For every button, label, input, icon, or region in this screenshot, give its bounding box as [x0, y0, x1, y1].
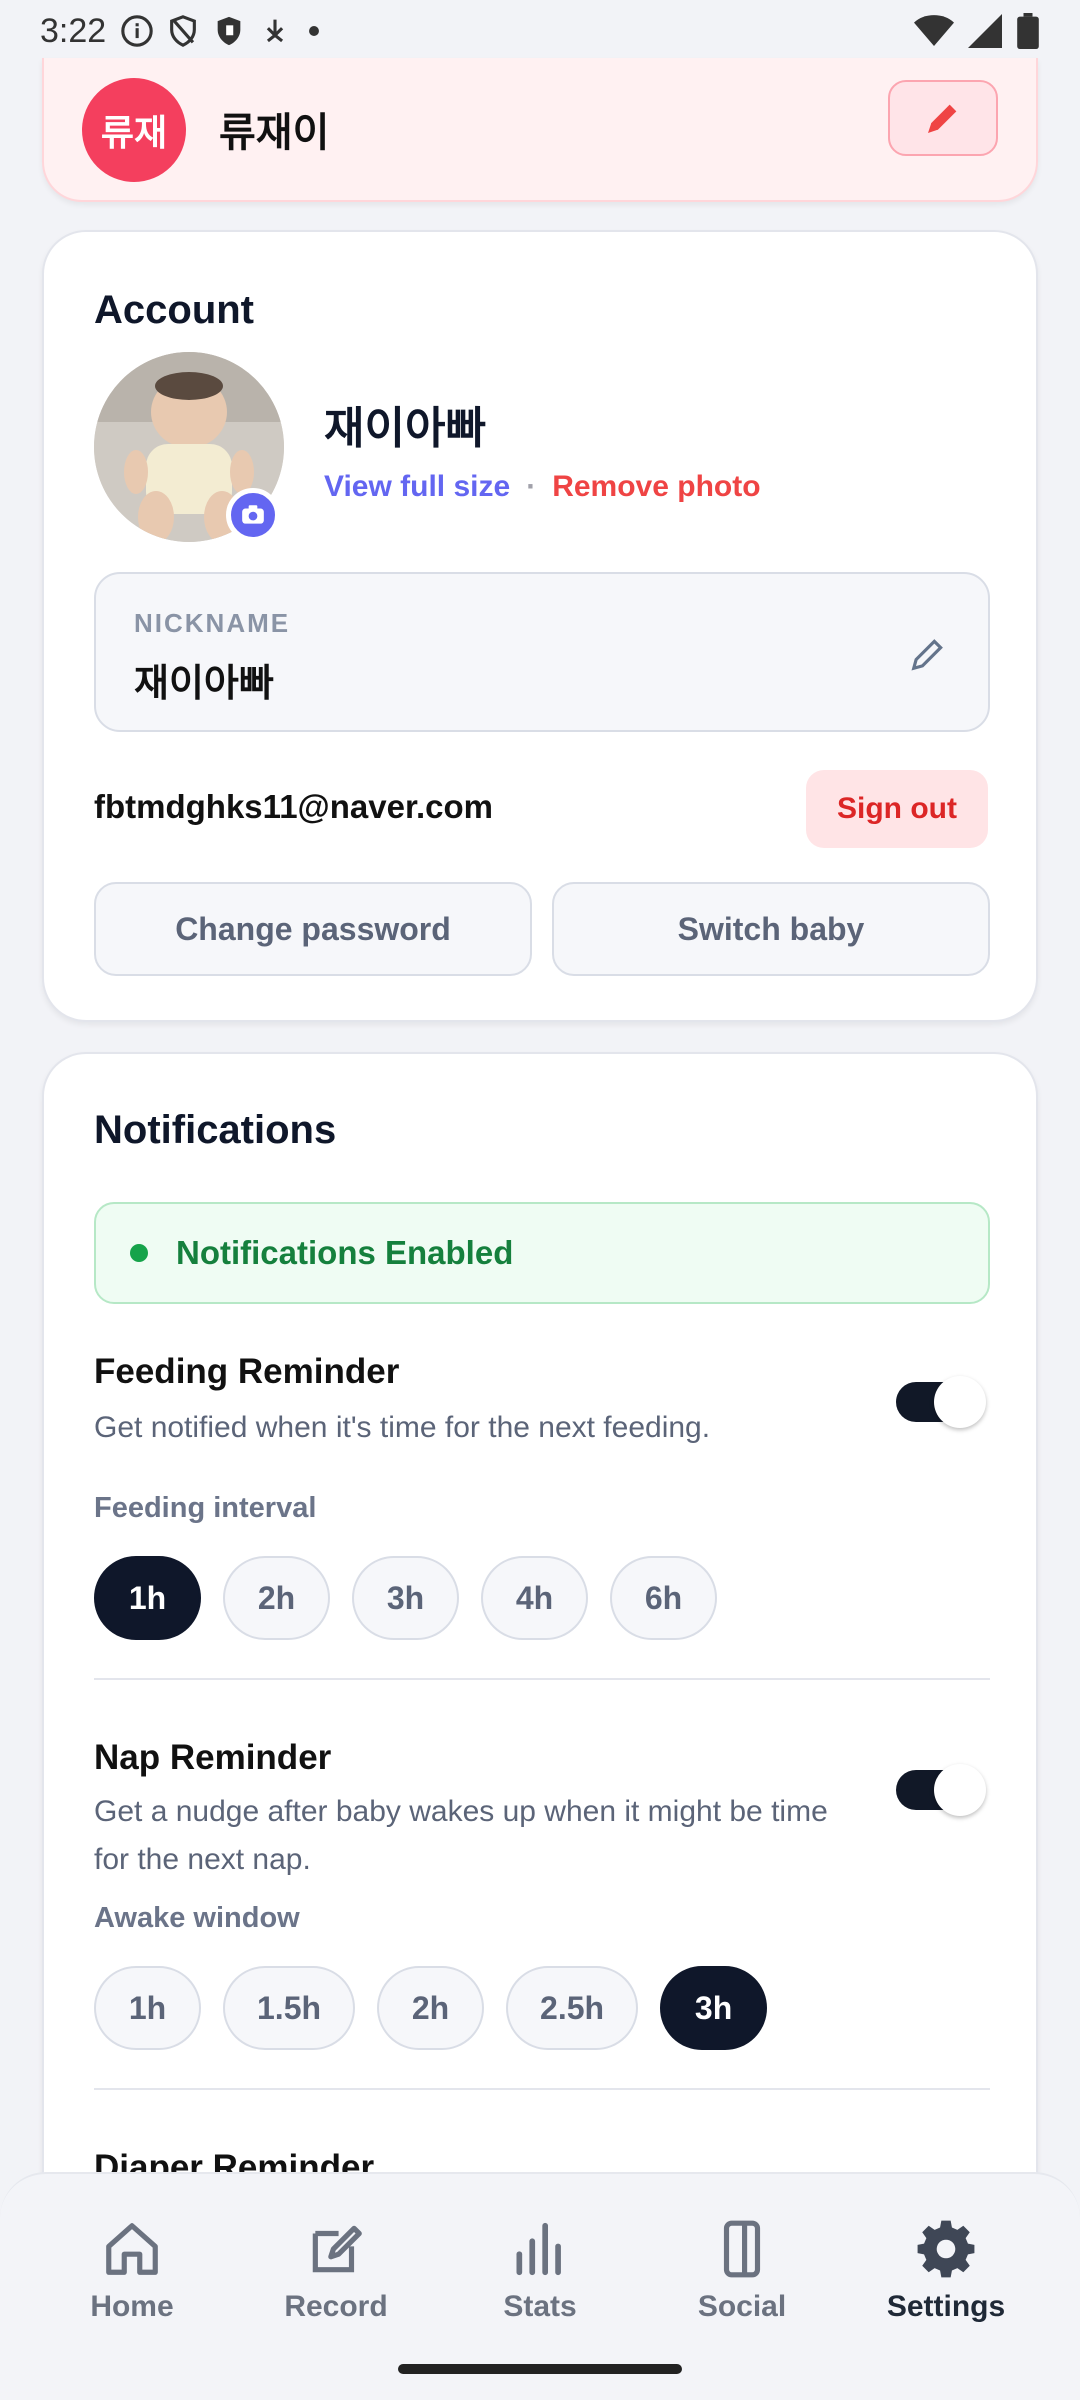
nav-home[interactable]: Home: [42, 2218, 222, 2324]
nav-social[interactable]: Social: [652, 2218, 832, 2324]
nav-record-label: Record: [284, 2290, 388, 2323]
nav-settings[interactable]: Settings: [856, 2218, 1036, 2324]
status-bar: 3:22: [0, 0, 1080, 62]
bar-chart-icon: [516, 2222, 561, 2276]
shield-icon: [217, 16, 241, 46]
nap-reminder-desc: Get a nudge after baby wakes up when it …: [94, 1795, 828, 1876]
status-time: 3:22: [40, 11, 107, 50]
baby-name: 류재이: [219, 111, 330, 155]
account-email: fbtmdghks11@naver.com: [94, 788, 493, 825]
toggle-knob: [934, 1376, 986, 1428]
signal-icon: [968, 14, 1002, 48]
nav-record[interactable]: Record: [246, 2218, 426, 2324]
account-card: Account 재이아빠 View full size · Remove pho…: [42, 230, 1038, 1022]
feeding-interval-chips: 1h 2h 3h 4h 6h: [94, 1556, 717, 1640]
divider: [94, 2088, 990, 2090]
link-separator: ·: [526, 470, 537, 503]
view-full-size-link[interactable]: View full size: [324, 470, 510, 504]
chip-feeding-4h[interactable]: 4h: [481, 1556, 588, 1640]
nav-social-label: Social: [697, 2290, 787, 2323]
baby-avatar: 류재: [82, 78, 186, 182]
chip-awake-2h[interactable]: 2h: [377, 1966, 485, 2050]
edit-baby-button[interactable]: [888, 80, 998, 156]
edit-icon: [312, 2225, 362, 2273]
download-icon: [267, 19, 284, 43]
awake-window-chips: 1h 1.5h 2h 2.5h 3h: [94, 1966, 768, 2050]
chip-feeding-2h[interactable]: 2h: [223, 1556, 330, 1640]
awake-window-label: Awake window: [94, 1902, 300, 1934]
switch-baby-button[interactable]: Switch baby: [552, 882, 990, 976]
home-indicator[interactable]: [398, 2364, 682, 2374]
feeding-interval-label: Feeding interval: [94, 1492, 317, 1524]
chip-feeding-3h[interactable]: 3h: [352, 1556, 459, 1640]
dot-icon: [309, 26, 320, 36]
display-name: 재이아빠: [324, 404, 486, 453]
account-title: Account: [94, 288, 254, 332]
chip-feeding-6h[interactable]: 6h: [610, 1556, 717, 1640]
sign-out-button[interactable]: Sign out: [806, 770, 988, 848]
photo-links: View full size · Remove photo: [324, 470, 761, 504]
nickname-value: 재이아빠: [134, 663, 274, 705]
nickname-field[interactable]: NICKNAME 재이아빠: [94, 572, 990, 732]
camera-icon: [242, 505, 264, 524]
chip-awake-1h[interactable]: 1h: [94, 1966, 201, 2050]
nap-reminder-title: Nap Reminder: [94, 1738, 332, 1777]
remove-photo-link[interactable]: Remove photo: [552, 470, 760, 504]
info-icon: [121, 15, 153, 47]
nav-settings-label: Settings: [886, 2290, 1006, 2323]
notifications-enabled-banner: Notifications Enabled: [94, 1202, 990, 1304]
change-photo-button[interactable]: [226, 488, 280, 542]
wifi-icon: [914, 15, 954, 46]
toggle-knob: [934, 1764, 986, 1816]
feeding-reminder-desc: Get notified when it's time for the next…: [94, 1411, 711, 1444]
chip-awake-1-5h[interactable]: 1.5h: [223, 1966, 356, 2050]
baby-card: 류재 류재이: [42, 58, 1038, 202]
nickname-label: NICKNAME: [134, 608, 291, 638]
pencil-icon: [928, 104, 957, 133]
notifications-enabled-text: Notifications Enabled: [176, 1234, 514, 1271]
chip-awake-3h[interactable]: 3h: [660, 1966, 768, 2050]
nav-home-label: Home: [90, 2290, 174, 2323]
phone-icon: [723, 2220, 761, 2278]
notifications-title: Notifications: [94, 1108, 337, 1152]
nav-stats-label: Stats: [503, 2290, 577, 2323]
status-dot-icon: [130, 1244, 148, 1262]
edit-nickname-button[interactable]: [904, 630, 952, 678]
home-icon: [106, 2223, 158, 2275]
divider: [94, 1678, 990, 1680]
nav-stats[interactable]: Stats: [450, 2218, 630, 2324]
pencil-icon: [911, 639, 943, 671]
gear-icon: [917, 2220, 975, 2278]
nap-reminder-toggle[interactable]: [896, 1764, 986, 1816]
change-password-button[interactable]: Change password: [94, 882, 532, 976]
shield-off-icon: [170, 15, 197, 47]
chip-awake-2-5h[interactable]: 2.5h: [506, 1966, 639, 2050]
chip-feeding-1h[interactable]: 1h: [94, 1556, 201, 1640]
feeding-reminder-toggle[interactable]: [896, 1376, 986, 1428]
battery-icon: [1017, 13, 1039, 49]
feeding-reminder-title: Feeding Reminder: [94, 1352, 400, 1391]
